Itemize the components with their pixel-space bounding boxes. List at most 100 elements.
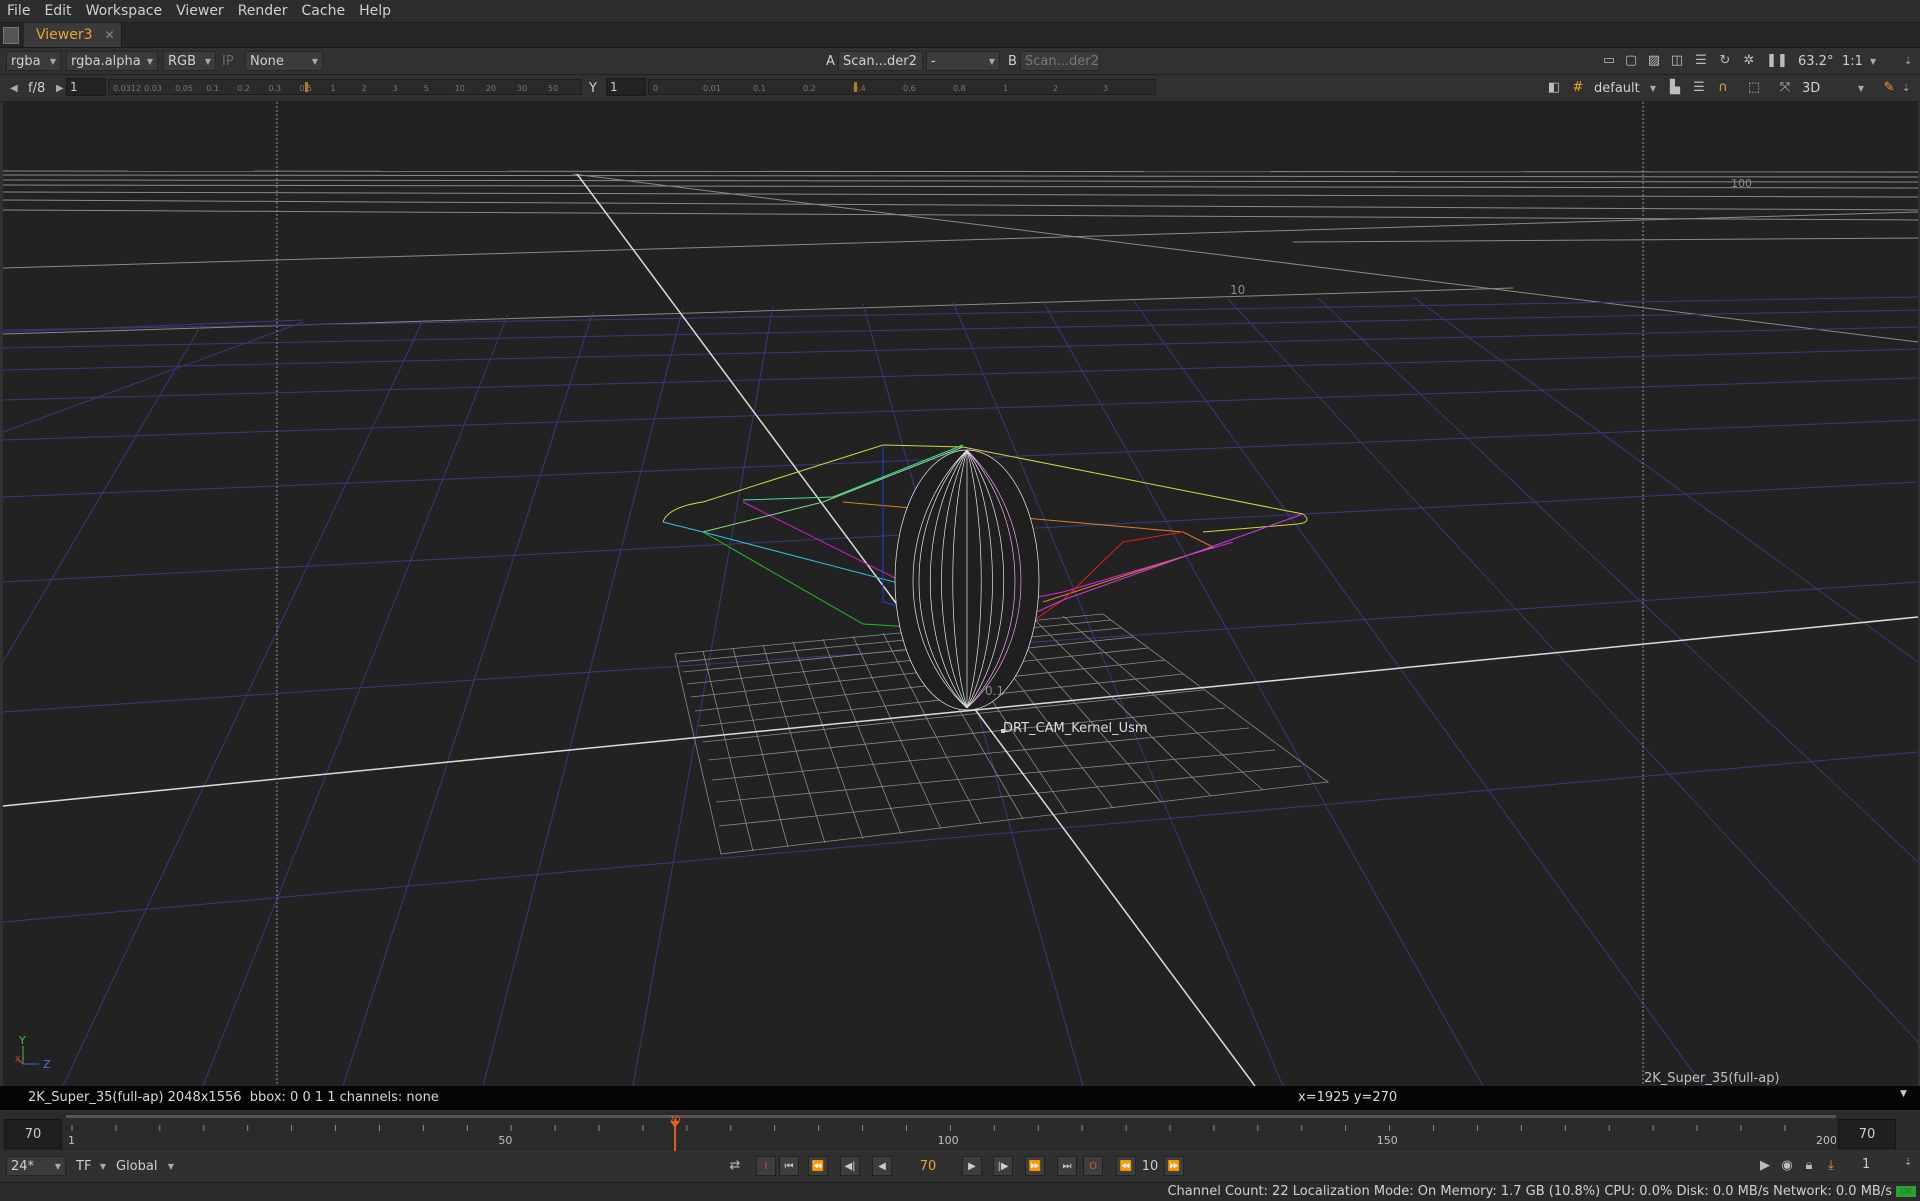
menu-render[interactable]: Render xyxy=(231,3,295,19)
loop-icon[interactable]: ⤓ xyxy=(1822,1156,1840,1174)
timeline-ruler[interactable]: 1 50 100 150 20070 xyxy=(66,1113,1836,1151)
axis-gizmo: Y Z X xyxy=(15,1034,51,1071)
menu-help[interactable]: Help xyxy=(352,3,398,19)
view-mode-dropdown[interactable]: 3D ▼ xyxy=(1798,78,1868,98)
input-a-dropdown[interactable]: Scan...der2 xyxy=(838,51,923,71)
fstop-value[interactable]: f/8 xyxy=(28,78,45,98)
menu-file[interactable]: File xyxy=(0,3,37,19)
axis-x-label: X xyxy=(15,1055,21,1064)
tab-viewer3[interactable]: Viewer3 ✕ xyxy=(24,23,122,47)
viewer-viewport[interactable]: 10 100 0.1 DRT_CAM_Kernel_Usm 2K_Super_3… xyxy=(3,102,1918,1086)
slider-tick-label: 3 xyxy=(392,84,398,93)
scene-3d: 10 100 0.1 DRT_CAM_Kernel_Usm 2K_Super_3… xyxy=(3,102,1918,1086)
slider-handle[interactable] xyxy=(854,82,857,92)
skip-back-button[interactable]: ⏪ xyxy=(1116,1156,1136,1176)
slider-tick-label: 30 xyxy=(516,84,528,93)
slider-tick-label: 1 xyxy=(330,84,336,93)
status-ok-badge: OK xyxy=(1896,1186,1916,1197)
clip-warning-icon[interactable]: ◧ xyxy=(1545,78,1563,96)
selection-icon[interactable]: ⬚ xyxy=(1745,78,1763,96)
curve-icon[interactable]: ∩ xyxy=(1714,78,1732,96)
view-preset-dropdown[interactable]: default ▼ xyxy=(1590,78,1660,98)
roi-icon[interactable]: ▭ xyxy=(1600,51,1618,69)
input-a-value: Scan...der2 xyxy=(843,53,917,69)
transform-icon[interactable]: ⤧ xyxy=(1776,78,1794,96)
frame-increment-input[interactable]: 10 xyxy=(1138,1156,1162,1176)
menu-edit[interactable]: Edit xyxy=(37,3,78,19)
gamma-input[interactable]: 1 xyxy=(606,78,646,96)
skip-forward-button[interactable]: ⏩ xyxy=(1164,1156,1184,1176)
node-label[interactable]: DRT_CAM_Kernel_Usm xyxy=(1003,721,1148,736)
input-b-dropdown[interactable]: Scan...der2 xyxy=(1020,51,1100,71)
panel-menu-icon[interactable] xyxy=(3,27,19,44)
expand-icon[interactable]: ⇣ xyxy=(1902,78,1910,98)
wipe-mode-dropdown[interactable]: - ▼ xyxy=(926,51,1000,71)
slider-tick-label: 0.3 xyxy=(268,84,282,93)
proxy-icon[interactable]: ▢ xyxy=(1622,51,1640,69)
next-keyframe-button[interactable]: ⏩ xyxy=(1025,1156,1045,1176)
fstop-decrease-icon[interactable]: ◀ xyxy=(10,78,18,98)
view-mode-value: 3D xyxy=(1802,80,1821,96)
ratio-value[interactable]: 1:1 xyxy=(1842,51,1863,71)
cursor-coords: x=1925 y=270 xyxy=(1298,1090,1398,1105)
previous-frame-button[interactable]: ◀| xyxy=(840,1156,860,1176)
display-channels-dropdown[interactable]: RGB ▼ xyxy=(163,51,216,71)
in-point-button[interactable]: I xyxy=(756,1156,776,1176)
chevron-down-icon: ▼ xyxy=(1649,83,1656,93)
gamma-slider[interactable]: 0 0.01 0.1 0.2 0.4 0.6 0.8 1 2 3 xyxy=(648,79,1156,95)
menu-workspace[interactable]: Workspace xyxy=(79,3,170,19)
close-icon[interactable]: ✕ xyxy=(105,28,115,42)
fstop-increase-icon[interactable]: ▶ xyxy=(56,78,64,98)
alpha-channel-value: rgba.alpha xyxy=(71,53,141,69)
layer-dropdown[interactable]: rgba ▼ xyxy=(6,51,61,71)
expand-icon[interactable]: ⇣ xyxy=(1904,51,1912,71)
lut-dropdown[interactable]: None ▼ xyxy=(245,51,323,71)
slider-handle[interactable] xyxy=(304,82,308,92)
out-point-button[interactable]: O xyxy=(1083,1156,1103,1176)
input-a-label: A xyxy=(826,53,835,69)
gain-input[interactable]: 1 xyxy=(66,78,106,96)
grid-icon[interactable]: # xyxy=(1569,78,1587,96)
axis-z-label: Z xyxy=(43,1058,51,1071)
scope-dropdown[interactable]: Global ▼ xyxy=(112,1156,178,1176)
chevron-down-icon[interactable]: ▼ xyxy=(1870,51,1876,71)
expand-icon[interactable]: ⇣ xyxy=(1904,1157,1912,1168)
gain-slider[interactable]: 0.03120.030.050.10.20.30.5123510203050 xyxy=(108,79,582,95)
menu-viewer[interactable]: Viewer xyxy=(169,3,231,19)
out-frame-input[interactable]: 70 xyxy=(1838,1119,1896,1149)
flipbook-icon[interactable]: ▶ xyxy=(1756,1156,1774,1174)
mask-icon[interactable]: ▨ xyxy=(1645,51,1663,69)
lines-icon[interactable]: ☰ xyxy=(1690,78,1708,96)
record-icon[interactable]: ◉ xyxy=(1778,1156,1796,1174)
previous-keyframe-button[interactable]: ⏪ xyxy=(808,1156,828,1176)
overlay-icon[interactable]: ◫ xyxy=(1668,51,1686,69)
chevron-down-icon[interactable]: ▼ xyxy=(1900,1089,1907,1099)
lock-icon[interactable]: 🔒︎ xyxy=(1800,1156,1818,1174)
go-to-start-button[interactable]: ⏮ xyxy=(779,1156,799,1176)
in-frame-input[interactable]: 70 xyxy=(4,1119,62,1149)
next-frame-button[interactable]: |▶ xyxy=(993,1156,1013,1176)
chevron-down-icon: ▼ xyxy=(54,1161,61,1171)
refresh-icon[interactable]: ↻ xyxy=(1716,51,1734,69)
paint-icon[interactable]: ✎ xyxy=(1880,78,1898,96)
playback-count[interactable]: 1 xyxy=(1862,1157,1870,1172)
chevron-down-icon: ▼ xyxy=(167,1161,174,1171)
current-frame-input[interactable]: 70 xyxy=(908,1156,948,1176)
tab-bar xyxy=(0,23,1920,48)
play-backward-button[interactable]: ◀ xyxy=(872,1156,892,1176)
ip-button[interactable]: IP xyxy=(222,51,234,71)
list-icon[interactable]: ☰ xyxy=(1692,51,1710,69)
zoom-value[interactable]: 63.2° xyxy=(1798,51,1833,71)
settings-icon[interactable]: ✲ xyxy=(1740,51,1758,69)
pause-icon[interactable]: ❚❚ xyxy=(1766,51,1788,69)
sync-icon[interactable]: ⇄ xyxy=(726,1156,744,1174)
slider-tick-label: 2 xyxy=(361,84,367,93)
alpha-channel-dropdown[interactable]: rgba.alpha ▼ xyxy=(66,51,158,71)
go-to-end-button[interactable]: ⏭ xyxy=(1057,1156,1077,1176)
camera-icon[interactable]: ▙ xyxy=(1666,78,1684,96)
tf-dropdown[interactable]: TF ▼ xyxy=(72,1156,110,1176)
play-forward-button[interactable]: ▶ xyxy=(962,1156,982,1176)
fps-dropdown[interactable]: 24* ▼ xyxy=(6,1156,66,1176)
slider-tick-label: 0.05 xyxy=(175,84,193,93)
menu-cache[interactable]: Cache xyxy=(295,3,353,19)
